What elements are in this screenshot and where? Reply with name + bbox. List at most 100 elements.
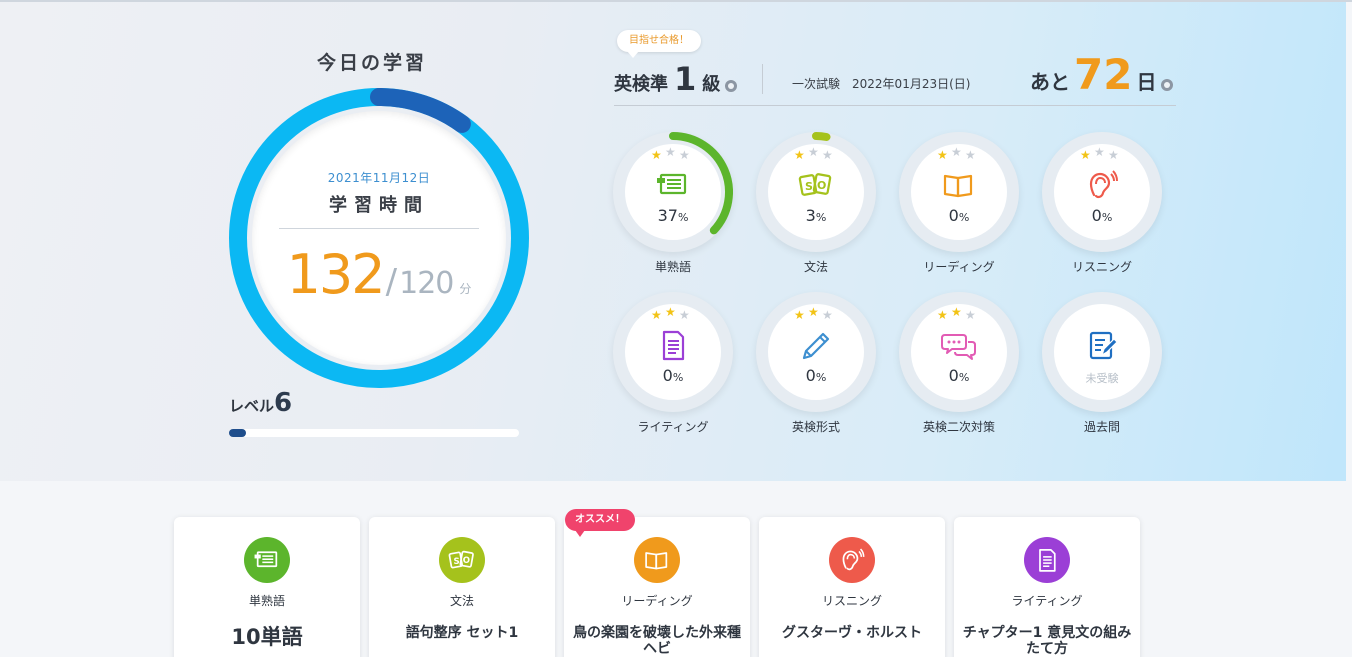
star-icon: ★ (651, 308, 662, 322)
skill-book[interactable]: ★ ★ ★ 0% リーディング (899, 132, 1019, 292)
card-title: ライティング (1011, 594, 1083, 608)
recommend-card-vocab[interactable]: 単熟語 10単語 (174, 517, 360, 657)
skill-percent-value: 0 (948, 206, 959, 225)
recommend-card-ear[interactable]: リスニング グスターヴ・ホルスト (759, 517, 945, 657)
card-icon-circle (244, 537, 290, 583)
exam-paper-icon-svg (1089, 331, 1118, 360)
scrollbar[interactable] (1346, 2, 1352, 481)
remain-days: 72 (1074, 50, 1133, 99)
header-divider (762, 64, 763, 94)
star-icon: ★ (665, 305, 676, 319)
skill-percent-value: 0 (1091, 206, 1102, 225)
grade-number: 1 (674, 60, 697, 98)
recommend-badge: オススメ！ (565, 509, 635, 537)
study-time-value: 132/120 分 (226, 243, 532, 306)
star-icon: ★ (665, 145, 676, 159)
svg-text:S: S (453, 557, 459, 567)
card-title: リーディング (621, 594, 693, 608)
card-content: 10単語 (231, 625, 303, 649)
goal-badge: 目指せ合格！ (617, 30, 701, 58)
remain-suffix: 日 (1136, 70, 1157, 94)
skill-stars: ★ ★ ★ (937, 146, 981, 161)
skill-name: リスニング (1071, 260, 1132, 274)
exam-info: 一次試験 2022年01月23日(日) (792, 75, 970, 92)
card-content: チャプター1 意見文の組みたて方 (962, 625, 1132, 657)
skill-name: リーディング (923, 260, 995, 274)
skill-document[interactable]: ★ ★ ★ 0% ライティング (613, 292, 733, 452)
recommend-card-book[interactable]: リーディング鳥の楽園を破壊した外来種ヘビ (564, 517, 750, 657)
skill-percent-unit: % (677, 211, 689, 224)
skill-name: 過去問 (1083, 420, 1120, 434)
skill-stars: ★ ★ ★ (651, 145, 695, 162)
ear-icon (1084, 169, 1120, 201)
document-icon-svg (662, 330, 685, 361)
grammar-icon: SO (798, 169, 834, 201)
level-display: レベル6 (229, 388, 292, 418)
study-time-separator: / (385, 262, 398, 302)
card-icon-circle (634, 537, 680, 583)
skill-percent: 0% (899, 206, 1019, 225)
document-icon (655, 329, 691, 361)
card-icon-circle (829, 537, 875, 583)
star-icon: ★ (794, 148, 805, 162)
skill-status: 未受験 (1085, 372, 1119, 385)
star-icon: ★ (965, 308, 976, 322)
study-time-unit: 分 (459, 282, 472, 296)
book-icon (645, 552, 668, 570)
study-time-label: 学習時間 (329, 195, 429, 216)
card-icon-circle: SO (439, 537, 485, 583)
study-time-ring[interactable]: 2021年11月12日 学習時間 132/120 分 (226, 85, 532, 391)
pencil-icon-svg (802, 332, 830, 360)
grade-prefix: 英検準 (614, 74, 668, 95)
ring-inner (252, 111, 506, 365)
skill-percent: 0% (756, 366, 876, 385)
card-content: 鳥の楽園を破壊した外来種ヘビ (573, 625, 741, 657)
skill-pencil[interactable]: ★ ★ ★ 0% 英検形式 (756, 292, 876, 452)
svg-text:S: S (805, 180, 813, 193)
skill-grammar[interactable]: ★ ★ ★ S O 3% 文法 (756, 132, 876, 292)
ear-icon-svg (1089, 170, 1118, 199)
exam-grade[interactable]: 英検準 1 級 (614, 60, 738, 98)
pencil-icon (798, 329, 834, 361)
exam-type: 一次試験 (792, 77, 841, 91)
skill-name: 英検形式 (791, 420, 840, 434)
skill-vocab[interactable]: ★ ★ ★ 37% 単熟語 (613, 132, 733, 292)
card-title: 単熟語 (248, 594, 285, 608)
star-icon: ★ (679, 148, 690, 162)
document-icon (1039, 549, 1056, 572)
skill-stars: ★ ★ ★ (794, 146, 838, 162)
skill-stars: ★ ★ ★ (651, 305, 695, 322)
skill-percent-unit: % (672, 371, 684, 384)
skill-percent: 0% (899, 366, 1019, 385)
remain-prefix: あと (1030, 70, 1070, 94)
exam-date-settings-gear-icon[interactable] (1161, 78, 1174, 91)
skill-speech[interactable]: ★ ★ ★ 0% 英検二次対策 (899, 292, 1019, 452)
skill-name: 単熟語 (654, 260, 691, 274)
skill-stars: ★ ★ ★ (937, 305, 981, 322)
skill-percent-unit: % (1101, 211, 1113, 224)
ear-icon (842, 548, 865, 571)
exam-date: 2022年01月23日(日) (852, 77, 971, 91)
star-icon: ★ (1080, 148, 1091, 162)
skill-percent-value: 37 (657, 206, 678, 225)
skill-percent-unit: % (815, 211, 827, 224)
recommend-card-grammar[interactable]: S O 文法 語句整序 セット1 (369, 517, 555, 657)
star-icon: ★ (1094, 145, 1105, 159)
card-title: 文法 (449, 594, 474, 608)
level-prefix: レベル (229, 397, 275, 415)
star-icon: ★ (951, 305, 962, 319)
star-icon: ★ (1108, 148, 1119, 162)
vocab-icon (254, 551, 278, 568)
study-time-current: 132 (286, 243, 386, 306)
skill-exam-paper[interactable]: 未受験 過去問 (1042, 292, 1162, 452)
grade-settings-gear-icon[interactable] (725, 79, 738, 92)
header-underline (614, 105, 1176, 106)
skill-name: 英検二次対策 (922, 420, 995, 434)
svg-text:O: O (817, 179, 826, 192)
recommend-card-document[interactable]: ライティングチャプター1 意見文の組みたて方 (954, 517, 1140, 657)
skill-ear[interactable]: ★ ★ ★ 0% リスニング (1042, 132, 1162, 292)
card-icon-circle (1024, 537, 1070, 583)
study-time-goal: 120 (399, 266, 454, 301)
star-icon: ★ (794, 308, 805, 322)
skill-percent: 0% (613, 366, 733, 385)
